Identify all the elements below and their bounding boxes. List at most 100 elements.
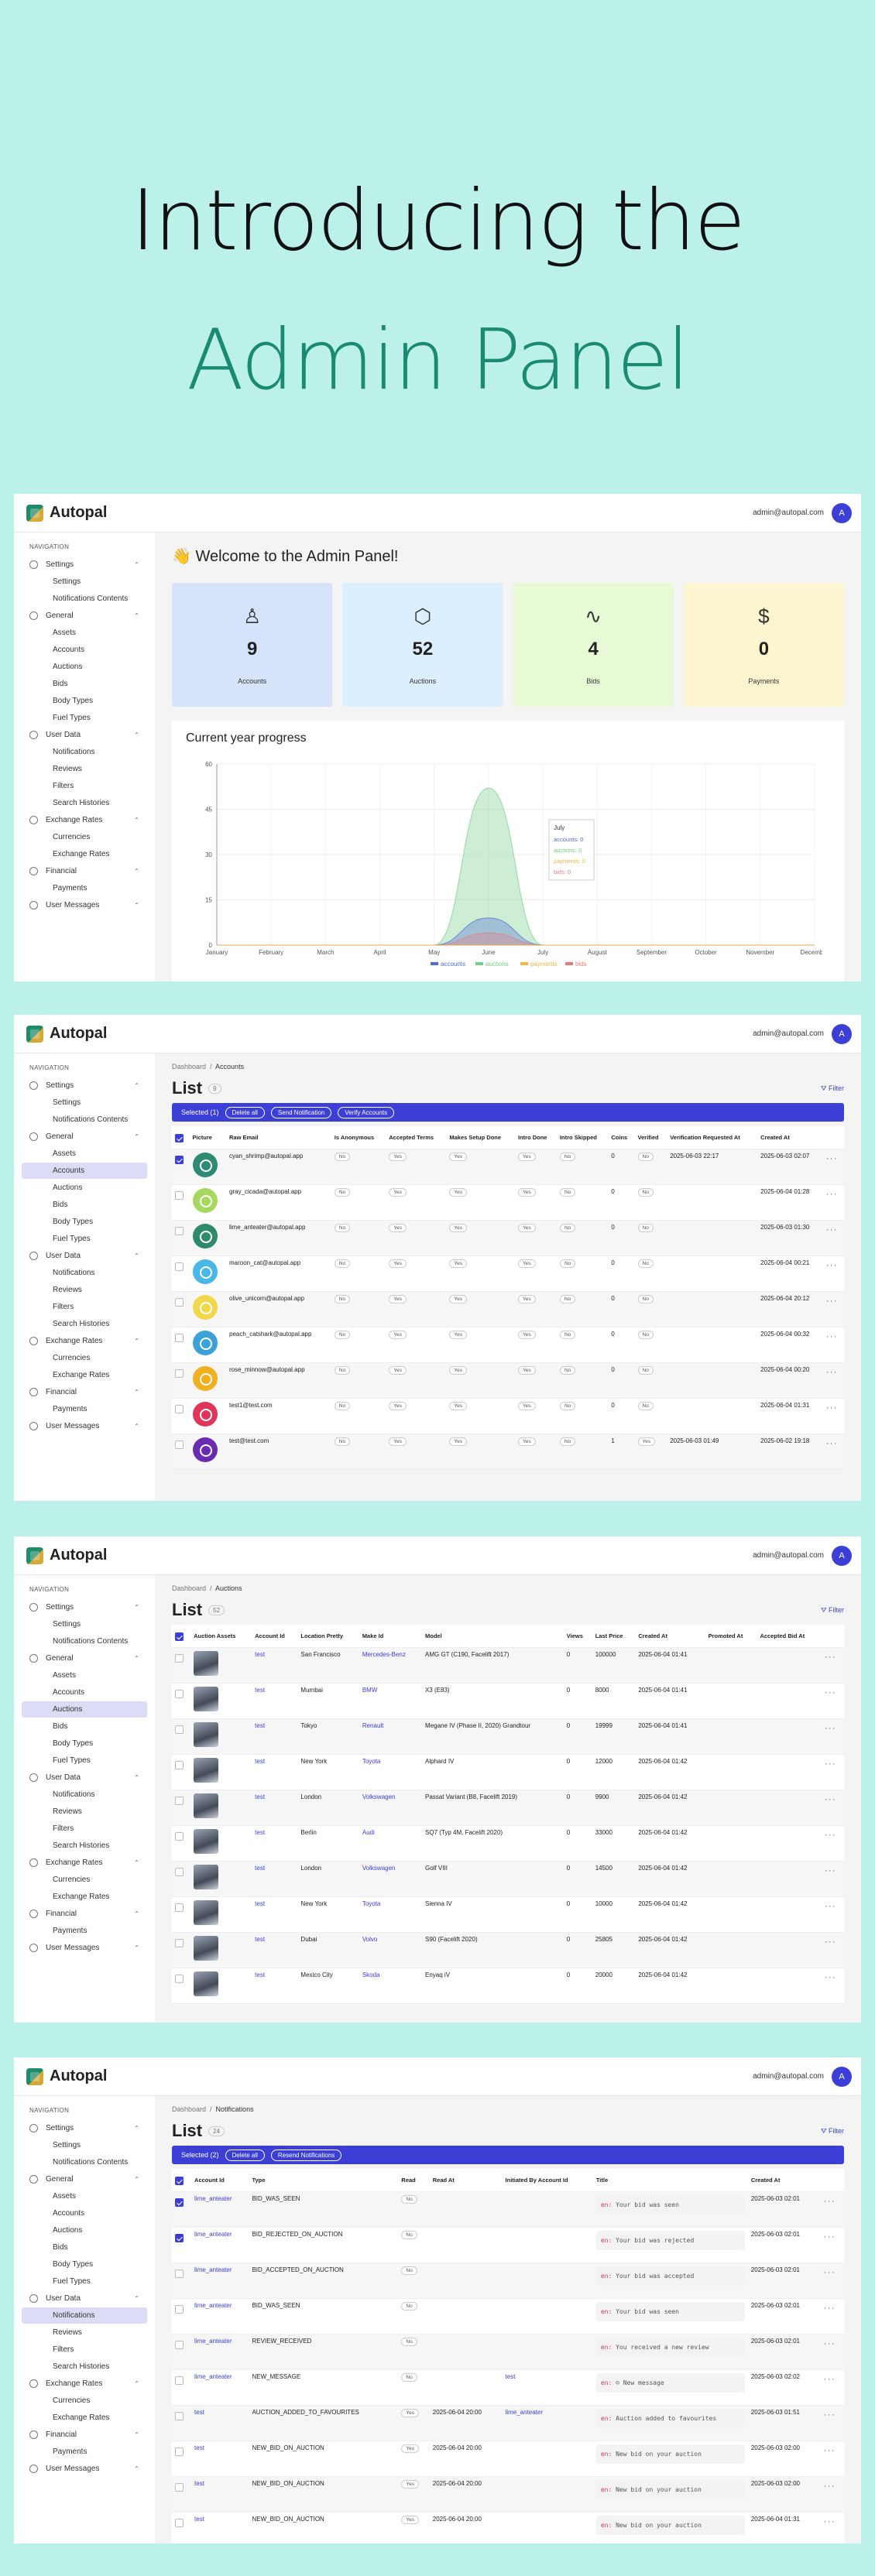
row-menu-icon[interactable]: ··· [826, 1331, 838, 1341]
column-header[interactable]: Makes Setup Done [446, 1126, 515, 1149]
sidebar-item[interactable]: Filters [22, 1299, 147, 1315]
sidebar-item[interactable]: Settings [22, 574, 147, 590]
sidebar-item[interactable]: Assets [22, 1146, 147, 1162]
cell-value[interactable]: test [194, 2444, 204, 2451]
column-header[interactable]: Created At [757, 1126, 822, 1149]
sidebar-item[interactable]: Notifications Contents [22, 1633, 147, 1649]
cell-value[interactable]: lime_anteater [194, 2302, 232, 2309]
nav-section[interactable]: User Data⌃ [14, 727, 155, 743]
nav-section[interactable]: General⌃ [14, 2171, 155, 2187]
avatar[interactable]: A [832, 503, 852, 523]
column-header[interactable]: Raw Email [226, 1126, 331, 1149]
row-checkbox[interactable] [175, 1939, 184, 1947]
sidebar-item[interactable]: Search Histories [22, 795, 147, 811]
sidebar-item[interactable]: Search Histories [22, 1316, 147, 1332]
sidebar-item[interactable]: Notifications Contents [22, 1112, 147, 1128]
sidebar-item[interactable]: Bids [22, 2239, 147, 2256]
row-checkbox[interactable] [175, 2483, 184, 2492]
nav-section[interactable]: Exchange Rates⌃ [14, 1855, 155, 1871]
row-checkbox[interactable] [175, 1975, 184, 1983]
stat-card[interactable]: $0Payments [684, 583, 844, 707]
row-menu-icon[interactable]: ··· [826, 1224, 838, 1235]
nav-section[interactable]: Exchange Rates⌃ [14, 1333, 155, 1349]
sidebar-item[interactable]: Bids [22, 1718, 147, 1735]
nav-section[interactable]: Financial⌃ [14, 1906, 155, 1922]
brand-logo[interactable]: Autopal [26, 504, 107, 522]
table-row[interactable]: peach_catshark@autopal.appNoYesYesYesNo … [172, 1327, 844, 1363]
cell-value[interactable]: test [255, 1829, 265, 1836]
column-header[interactable]: Created At [748, 2169, 821, 2192]
cell-value[interactable]: Mercedes-Benz [362, 1651, 406, 1658]
nav-section[interactable]: User Data⌃ [14, 2290, 155, 2307]
nav-section[interactable]: General⌃ [14, 608, 155, 624]
row-menu-icon[interactable]: ··· [825, 1793, 836, 1804]
breadcrumb-link[interactable]: Dashboard [172, 1063, 206, 1070]
sidebar-item[interactable]: Body Types [22, 1735, 147, 1752]
row-menu-icon[interactable]: ··· [826, 1437, 838, 1448]
column-header[interactable]: Make Id [359, 1625, 422, 1648]
cell-value[interactable]: Skoda [362, 1971, 380, 1978]
table-row[interactable]: testNEW_BID_ON_AUCTIONYes2025-06-04 20:0… [172, 2441, 844, 2477]
sidebar-item[interactable]: Auctions [22, 659, 147, 675]
row-menu-icon[interactable]: ··· [824, 2195, 836, 2206]
sidebar-item[interactable]: Settings [22, 2137, 147, 2153]
column-header[interactable]: Last Price [592, 1625, 636, 1648]
avatar[interactable]: A [832, 1546, 852, 1566]
row-menu-icon[interactable]: ··· [825, 1722, 836, 1733]
row-menu-icon[interactable]: ··· [824, 2231, 836, 2242]
sidebar-item[interactable]: Accounts [22, 1684, 147, 1701]
row-menu-icon[interactable]: ··· [825, 1651, 836, 1662]
row-checkbox[interactable] [175, 2341, 184, 2349]
sidebar-item[interactable]: Accounts [22, 2205, 147, 2221]
sidebar-item[interactable]: Auctions [22, 1180, 147, 1196]
cell-value[interactable]: BMW [362, 1687, 378, 1694]
sidebar-item[interactable]: Search Histories [22, 1838, 147, 1854]
cell-value[interactable]: Renault [362, 1722, 384, 1729]
sidebar-item[interactable]: Auctions [22, 2222, 147, 2239]
sidebar-item[interactable]: Filters [22, 2341, 147, 2358]
row-checkbox[interactable] [175, 1262, 184, 1271]
nav-section[interactable]: User Messages⌃ [14, 897, 155, 913]
column-header[interactable]: Verified [635, 1126, 667, 1149]
row-checkbox[interactable] [175, 2448, 184, 2456]
avatar[interactable]: A [832, 1024, 852, 1044]
column-header[interactable]: Promoted At [705, 1625, 757, 1648]
sidebar-item[interactable]: Exchange Rates [22, 1889, 147, 1905]
row-checkbox[interactable] [175, 2234, 184, 2242]
table-row[interactable]: lime_anteaterBID_WAS_SEENNo en: Your bid… [172, 2299, 844, 2334]
row-checkbox[interactable] [175, 1405, 184, 1413]
table-row[interactable]: cyan_shrimp@autopal.appNoYesYesYesNo 0No… [172, 1149, 844, 1185]
sidebar-item[interactable]: Exchange Rates [22, 1367, 147, 1383]
nav-section[interactable]: Exchange Rates⌃ [14, 812, 155, 828]
sidebar-item[interactable]: Payments [22, 1923, 147, 1939]
table-row[interactable]: lime_anteaterBID_WAS_SEENNo en: Your bid… [172, 2192, 844, 2228]
sidebar-item[interactable]: Notifications Contents [22, 591, 147, 607]
table-row[interactable]: olive_unicorn@autopal.appNoYesYesYesNo 0… [172, 1292, 844, 1327]
sidebar-item[interactable]: Notifications [22, 744, 147, 760]
table-row[interactable]: testBerlinAudiSQ7 (Typ 4M, Facelift 2020… [172, 1826, 844, 1862]
filter-button[interactable]: ⛛ Filter [821, 1084, 844, 1093]
brand-logo[interactable]: Autopal [26, 1025, 107, 1043]
column-header[interactable]: Location Pretty [297, 1625, 359, 1648]
table-row[interactable]: test1@test.comNoYesYesYesNo 0No2025-06-0… [172, 1399, 844, 1434]
row-checkbox[interactable] [175, 1191, 184, 1200]
row-menu-icon[interactable]: ··· [825, 1687, 836, 1697]
row-checkbox[interactable] [175, 2269, 184, 2278]
row-checkbox[interactable] [175, 1156, 184, 1164]
table-row[interactable]: testMumbaiBMWX3 (E83)080002025-06-04 01:… [172, 1684, 844, 1719]
sidebar-item[interactable]: Currencies [22, 829, 147, 845]
sidebar-item[interactable]: Notifications [22, 1265, 147, 1281]
column-header[interactable]: Model [422, 1625, 564, 1648]
table-row[interactable]: lime_anteaterBID_REJECTED_ON_AUCTIONNo e… [172, 2228, 844, 2263]
nav-section[interactable]: General⌃ [14, 1650, 155, 1667]
sidebar-item[interactable]: Currencies [22, 1350, 147, 1366]
sidebar-item[interactable]: Body Types [22, 693, 147, 709]
sidebar-item[interactable]: Notifications [22, 2307, 147, 2324]
row-checkbox[interactable] [175, 1334, 184, 1342]
nav-section[interactable]: User Messages⌃ [14, 1940, 155, 1956]
row-menu-icon[interactable]: ··· [824, 2373, 836, 2384]
row-menu-icon[interactable]: ··· [825, 1865, 836, 1875]
sidebar-item[interactable]: Payments [22, 880, 147, 896]
sidebar-item[interactable]: Assets [22, 2188, 147, 2204]
row-menu-icon[interactable]: ··· [825, 1936, 836, 1947]
